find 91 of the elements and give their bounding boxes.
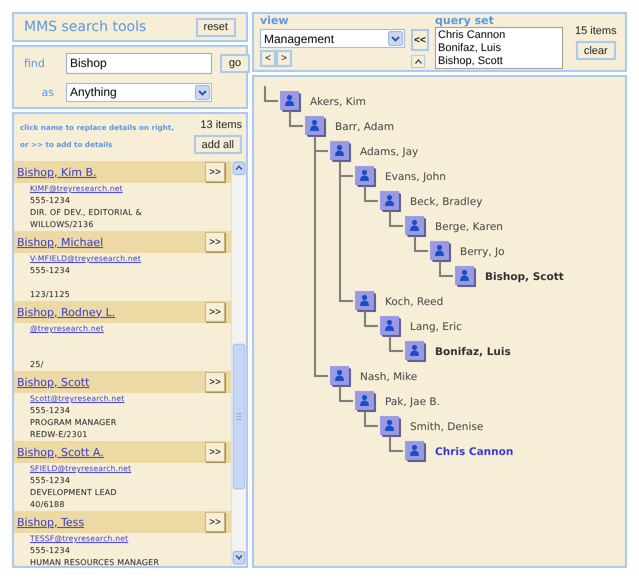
tree-node-label[interactable]: Akers, Kim: [310, 96, 366, 108]
person-icon[interactable]: [429, 240, 451, 262]
person-icon[interactable]: [404, 216, 426, 238]
job-title: PROGRAM MANAGER: [30, 418, 117, 427]
connector-line: [389, 211, 403, 227]
person-icon[interactable]: [404, 440, 426, 462]
connector-line: [364, 411, 378, 427]
office-location: 25/: [30, 360, 44, 369]
person-name-link[interactable]: Bishop, Michael: [17, 236, 104, 248]
view-label: view: [260, 15, 290, 27]
search-field[interactable]: Bishop: [66, 52, 212, 74]
query-set-list[interactable]: Chris Cannon Bonifaz, Luis Bishop, Scott: [435, 27, 563, 69]
list-item[interactable]: Bishop, Scott: [438, 55, 560, 68]
add-to-details-button[interactable]: >>: [205, 162, 225, 182]
person-icon[interactable]: [454, 266, 476, 288]
add-to-details-button[interactable]: >>: [205, 512, 225, 532]
scrollbar[interactable]: [231, 161, 246, 566]
connector-line: [389, 436, 403, 452]
view-dropdown[interactable]: Management: [260, 29, 405, 48]
job-title: HUMAN RESOURCES MANAGER: [30, 558, 160, 566]
tree-node-label[interactable]: Evans, John: [385, 170, 446, 182]
phone-number: 555-1234: [30, 196, 70, 205]
phone-number: 555-1234: [30, 546, 70, 555]
job-title: DIR. OF DEV., EDITORIAL &: [30, 208, 142, 217]
find-label: find: [24, 56, 46, 70]
add-all-button[interactable]: add all: [194, 135, 242, 154]
phone-number: 555-1234: [30, 266, 70, 275]
connector-line: [339, 386, 353, 402]
tree-node-label[interactable]: Lang, Eric: [410, 320, 462, 332]
query-set-count: 15 items: [575, 25, 617, 37]
person-icon[interactable]: [354, 390, 376, 412]
office-location: REDW-E/2301: [30, 430, 88, 439]
search-type-dropdown[interactable]: Anything: [66, 82, 212, 102]
add-to-details-button[interactable]: >>: [205, 372, 225, 392]
office-location: WILLOWS/2136: [30, 220, 94, 229]
person-icon[interactable]: [379, 416, 401, 438]
person-icon[interactable]: [379, 316, 401, 338]
person-name-link[interactable]: Bishop, Scott A.: [17, 446, 104, 458]
add-to-set-button[interactable]: <<: [411, 29, 429, 51]
tree-node-label[interactable]: Barr, Adam: [335, 120, 394, 132]
tree-node-label[interactable]: Nash, Mike: [360, 370, 418, 382]
connector-line: [389, 336, 403, 352]
tree-node-label[interactable]: Koch, Reed: [385, 296, 444, 308]
move-up-button[interactable]: [411, 55, 425, 68]
tree-node-label[interactable]: Smith, Denise: [410, 420, 484, 432]
tree-node-label[interactable]: Pak, Jae B.: [385, 396, 440, 408]
person-icon[interactable]: [404, 340, 426, 362]
add-to-details-button[interactable]: >>: [205, 302, 225, 322]
phone-number: 555-1234: [30, 406, 70, 415]
tree-node-label[interactable]: Adams, Jay: [360, 146, 418, 158]
connector-line: [414, 236, 428, 252]
tree-node-label[interactable]: Berry, Jo: [460, 246, 505, 258]
tree-node-label[interactable]: Beck, Bradley: [410, 196, 482, 208]
person-name-link[interactable]: Bishop, Rodney L.: [17, 306, 116, 318]
list-item[interactable]: Bonifaz, Luis: [438, 42, 560, 55]
add-to-details-button[interactable]: >>: [205, 442, 225, 462]
query-set-label: query set: [435, 15, 495, 27]
tree-node-label[interactable]: Chris Cannon: [435, 446, 514, 458]
connector-line: [364, 311, 378, 327]
tree-node-label[interactable]: Berge, Karen: [435, 220, 503, 232]
next-button[interactable]: >: [276, 50, 292, 67]
person-name-link[interactable]: Bishop, Tess: [17, 516, 84, 528]
app-title: MMS search tools: [24, 19, 146, 35]
job-title: DEVELOPMENT LEAD: [30, 488, 117, 497]
clear-button[interactable]: clear: [576, 41, 616, 60]
person-icon[interactable]: [354, 166, 376, 188]
caret-up-icon: [414, 59, 422, 64]
person-icon[interactable]: [329, 140, 351, 162]
add-to-details-button[interactable]: >>: [205, 232, 225, 252]
person-icon[interactable]: [279, 90, 301, 112]
person-icon[interactable]: [304, 116, 326, 138]
connector-line: [264, 86, 278, 102]
go-button[interactable]: go: [220, 54, 250, 72]
phone-number: 555-1234: [30, 476, 70, 485]
person-icon[interactable]: [354, 290, 376, 312]
office-location: 123/1125: [30, 290, 70, 299]
tree-node-label[interactable]: Bonifaz, Luis: [435, 346, 511, 358]
list-item[interactable]: Chris Cannon: [438, 29, 560, 42]
office-location: 40/6188: [30, 500, 65, 509]
result-count: 13 items: [200, 119, 242, 131]
reset-button[interactable]: reset: [196, 18, 236, 36]
previous-button[interactable]: <: [260, 50, 276, 67]
tree-node-label[interactable]: Bishop, Scott: [485, 270, 564, 282]
person-icon[interactable]: [329, 366, 351, 388]
person-name-link[interactable]: Bishop, Scott: [17, 376, 90, 388]
connector-line: [439, 261, 453, 277]
as-label: as: [40, 86, 55, 98]
connector-line: [364, 186, 378, 202]
person-name-link[interactable]: Bishop, Kim B.: [17, 166, 97, 178]
person-icon[interactable]: [379, 190, 401, 212]
connector-line: [289, 111, 303, 127]
